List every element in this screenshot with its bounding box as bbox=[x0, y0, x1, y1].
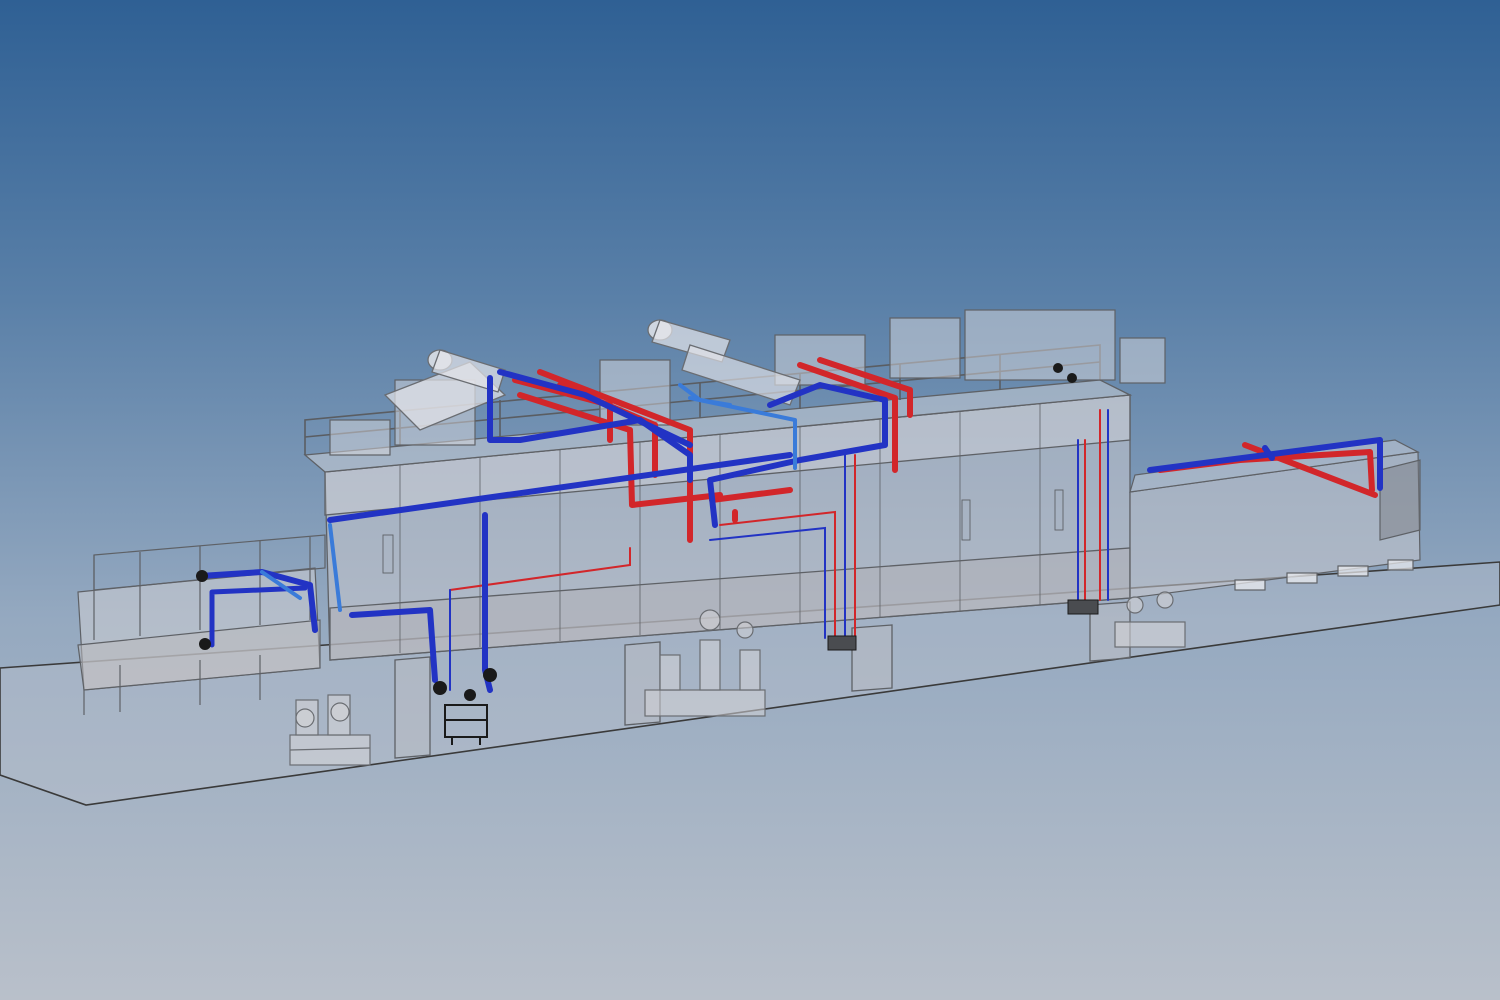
manifold-center[interactable] bbox=[827, 635, 857, 651]
manifold-right[interactable] bbox=[1067, 599, 1099, 615]
plant-model-scene[interactable] bbox=[0, 0, 1500, 1000]
3d-model-viewport[interactable] bbox=[0, 0, 1500, 1000]
